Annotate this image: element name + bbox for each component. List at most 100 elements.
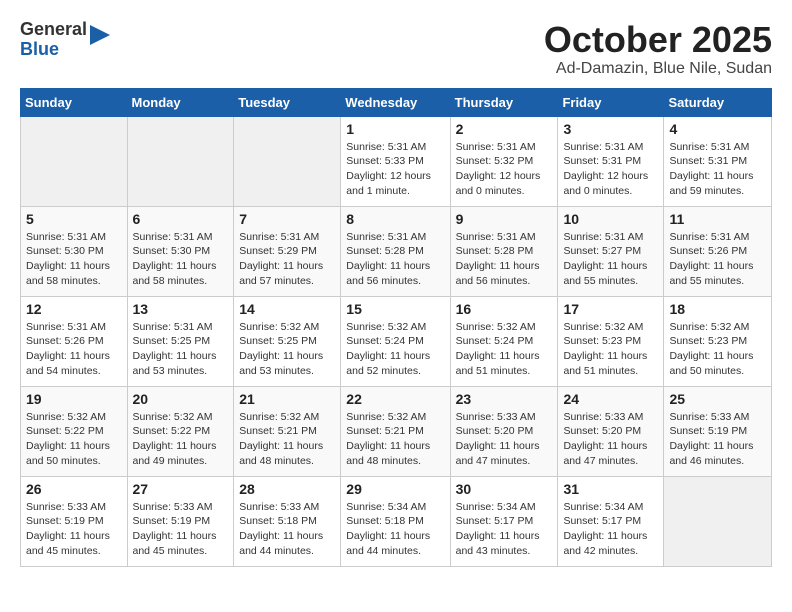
calendar-cell: 17 Sunrise: 5:32 AM Sunset: 5:23 PM Dayli… — [558, 296, 664, 386]
day-number: 26 — [26, 481, 122, 497]
calendar-cell: 1 Sunrise: 5:31 AM Sunset: 5:33 PM Daylig… — [341, 116, 450, 206]
day-info: Sunrise: 5:33 AM Sunset: 5:19 PM Dayligh… — [133, 500, 229, 559]
day-info: Sunrise: 5:31 AM Sunset: 5:29 PM Dayligh… — [239, 230, 335, 289]
day-number: 3 — [563, 121, 658, 137]
header-saturday: Saturday — [664, 88, 772, 116]
day-info: Sunrise: 5:31 AM Sunset: 5:30 PM Dayligh… — [26, 230, 122, 289]
calendar-cell: 26 Sunrise: 5:33 AM Sunset: 5:19 PM Dayli… — [21, 476, 128, 566]
calendar-cell — [234, 116, 341, 206]
calendar-week-2: 5 Sunrise: 5:31 AM Sunset: 5:30 PM Daylig… — [21, 206, 772, 296]
day-info: Sunrise: 5:31 AM Sunset: 5:33 PM Dayligh… — [346, 140, 444, 199]
calendar-cell: 18 Sunrise: 5:32 AM Sunset: 5:23 PM Dayli… — [664, 296, 772, 386]
calendar-cell: 4Sunrise: 5:31 AM Sunset: 5:31 PM Daylig… — [664, 116, 772, 206]
header-monday: Monday — [127, 88, 234, 116]
day-number: 2 — [456, 121, 553, 137]
day-info: Sunrise: 5:33 AM Sunset: 5:20 PM Dayligh… — [563, 410, 658, 469]
day-info: Sunrise: 5:32 AM Sunset: 5:21 PM Dayligh… — [239, 410, 335, 469]
calendar-cell: 6Sunrise: 5:31 AM Sunset: 5:30 PM Daylig… — [127, 206, 234, 296]
day-info: Sunrise: 5:32 AM Sunset: 5:24 PM Dayligh… — [346, 320, 444, 379]
subtitle: Ad-Damazin, Blue Nile, Sudan — [544, 60, 772, 78]
day-info: Sunrise: 5:31 AM Sunset: 5:30 PM Dayligh… — [133, 230, 229, 289]
day-number: 8 — [346, 211, 444, 227]
day-info: Sunrise: 5:34 AM Sunset: 5:17 PM Dayligh… — [563, 500, 658, 559]
calendar-cell: 13Sunrise: 5:31 AM Sunset: 5:25 PM Dayli… — [127, 296, 234, 386]
day-number: 21 — [239, 391, 335, 407]
calendar-cell: 16 Sunrise: 5:32 AM Sunset: 5:24 PM Dayli… — [450, 296, 558, 386]
day-number: 29 — [346, 481, 444, 497]
day-info: Sunrise: 5:33 AM Sunset: 5:20 PM Dayligh… — [456, 410, 553, 469]
day-number: 5 — [26, 211, 122, 227]
calendar-cell: 30Sunrise: 5:34 AM Sunset: 5:17 PM Dayli… — [450, 476, 558, 566]
calendar-header: Sunday Monday Tuesday Wednesday Thursday… — [21, 88, 772, 116]
day-info: Sunrise: 5:32 AM Sunset: 5:23 PM Dayligh… — [563, 320, 658, 379]
day-info: Sunrise: 5:31 AM Sunset: 5:32 PM Dayligh… — [456, 140, 553, 199]
calendar-cell: 27Sunrise: 5:33 AM Sunset: 5:19 PM Dayli… — [127, 476, 234, 566]
calendar-body: 1 Sunrise: 5:31 AM Sunset: 5:33 PM Daylig… — [21, 116, 772, 566]
calendar-cell: 14 Sunrise: 5:32 AM Sunset: 5:25 PM Dayli… — [234, 296, 341, 386]
day-number: 18 — [669, 301, 766, 317]
calendar-cell: 12Sunrise: 5:31 AM Sunset: 5:26 PM Dayli… — [21, 296, 128, 386]
logo-general: General — [20, 20, 87, 40]
calendar-cell: 20 Sunrise: 5:32 AM Sunset: 5:22 PM Dayli… — [127, 386, 234, 476]
day-info: Sunrise: 5:32 AM Sunset: 5:24 PM Dayligh… — [456, 320, 553, 379]
calendar-cell: 15 Sunrise: 5:32 AM Sunset: 5:24 PM Dayli… — [341, 296, 450, 386]
day-number: 22 — [346, 391, 444, 407]
day-number: 31 — [563, 481, 658, 497]
day-info: Sunrise: 5:31 AM Sunset: 5:31 PM Dayligh… — [669, 140, 766, 199]
day-info: Sunrise: 5:31 AM Sunset: 5:31 PM Dayligh… — [563, 140, 658, 199]
day-number: 13 — [133, 301, 229, 317]
day-info: Sunrise: 5:33 AM Sunset: 5:19 PM Dayligh… — [669, 410, 766, 469]
calendar-week-1: 1 Sunrise: 5:31 AM Sunset: 5:33 PM Daylig… — [21, 116, 772, 206]
day-info: Sunrise: 5:33 AM Sunset: 5:18 PM Dayligh… — [239, 500, 335, 559]
day-number: 11 — [669, 211, 766, 227]
calendar-cell: 19 Sunrise: 5:32 AM Sunset: 5:22 PM Dayli… — [21, 386, 128, 476]
day-number: 17 — [563, 301, 658, 317]
calendar-cell: 23 Sunrise: 5:33 AM Sunset: 5:20 PM Dayli… — [450, 386, 558, 476]
calendar-cell: 11 Sunrise: 5:31 AM Sunset: 5:26 PM Dayli… — [664, 206, 772, 296]
header-row: Sunday Monday Tuesday Wednesday Thursday… — [21, 88, 772, 116]
calendar-week-3: 12Sunrise: 5:31 AM Sunset: 5:26 PM Dayli… — [21, 296, 772, 386]
day-info: Sunrise: 5:32 AM Sunset: 5:23 PM Dayligh… — [669, 320, 766, 379]
calendar-cell: 2 Sunrise: 5:31 AM Sunset: 5:32 PM Daylig… — [450, 116, 558, 206]
calendar-cell: 10Sunrise: 5:31 AM Sunset: 5:27 PM Dayli… — [558, 206, 664, 296]
day-number: 1 — [346, 121, 444, 137]
day-info: Sunrise: 5:32 AM Sunset: 5:22 PM Dayligh… — [26, 410, 122, 469]
day-info: Sunrise: 5:31 AM Sunset: 5:27 PM Dayligh… — [563, 230, 658, 289]
day-info: Sunrise: 5:31 AM Sunset: 5:28 PM Dayligh… — [456, 230, 553, 289]
logo-blue: Blue — [20, 40, 87, 60]
calendar-cell: 7 Sunrise: 5:31 AM Sunset: 5:29 PM Daylig… — [234, 206, 341, 296]
day-number: 15 — [346, 301, 444, 317]
calendar-cell — [21, 116, 128, 206]
day-number: 7 — [239, 211, 335, 227]
day-number: 28 — [239, 481, 335, 497]
day-number: 9 — [456, 211, 553, 227]
calendar-cell: 9 Sunrise: 5:31 AM Sunset: 5:28 PM Daylig… — [450, 206, 558, 296]
month-title: October 2025 — [544, 20, 772, 60]
calendar-cell: 3 Sunrise: 5:31 AM Sunset: 5:31 PM Daylig… — [558, 116, 664, 206]
header-thursday: Thursday — [450, 88, 558, 116]
day-info: Sunrise: 5:31 AM Sunset: 5:26 PM Dayligh… — [669, 230, 766, 289]
day-info: Sunrise: 5:32 AM Sunset: 5:22 PM Dayligh… — [133, 410, 229, 469]
calendar-cell: 5 Sunrise: 5:31 AM Sunset: 5:30 PM Daylig… — [21, 206, 128, 296]
calendar-cell — [664, 476, 772, 566]
day-number: 20 — [133, 391, 229, 407]
day-number: 25 — [669, 391, 766, 407]
calendar-cell: 24Sunrise: 5:33 AM Sunset: 5:20 PM Dayli… — [558, 386, 664, 476]
calendar-week-4: 19 Sunrise: 5:32 AM Sunset: 5:22 PM Dayli… — [21, 386, 772, 476]
day-info: Sunrise: 5:32 AM Sunset: 5:21 PM Dayligh… — [346, 410, 444, 469]
day-number: 12 — [26, 301, 122, 317]
day-number: 19 — [26, 391, 122, 407]
day-number: 14 — [239, 301, 335, 317]
day-number: 16 — [456, 301, 553, 317]
header-friday: Friday — [558, 88, 664, 116]
logo-text: General Blue — [20, 20, 87, 60]
day-number: 23 — [456, 391, 553, 407]
calendar-cell — [127, 116, 234, 206]
day-info: Sunrise: 5:32 AM Sunset: 5:25 PM Dayligh… — [239, 320, 335, 379]
day-info: Sunrise: 5:31 AM Sunset: 5:28 PM Dayligh… — [346, 230, 444, 289]
header-wednesday: Wednesday — [341, 88, 450, 116]
day-info: Sunrise: 5:33 AM Sunset: 5:19 PM Dayligh… — [26, 500, 122, 559]
header-sunday: Sunday — [21, 88, 128, 116]
logo-icon — [90, 25, 110, 51]
page-header: General Blue October 2025 Ad-Damazin, Bl… — [20, 20, 772, 78]
